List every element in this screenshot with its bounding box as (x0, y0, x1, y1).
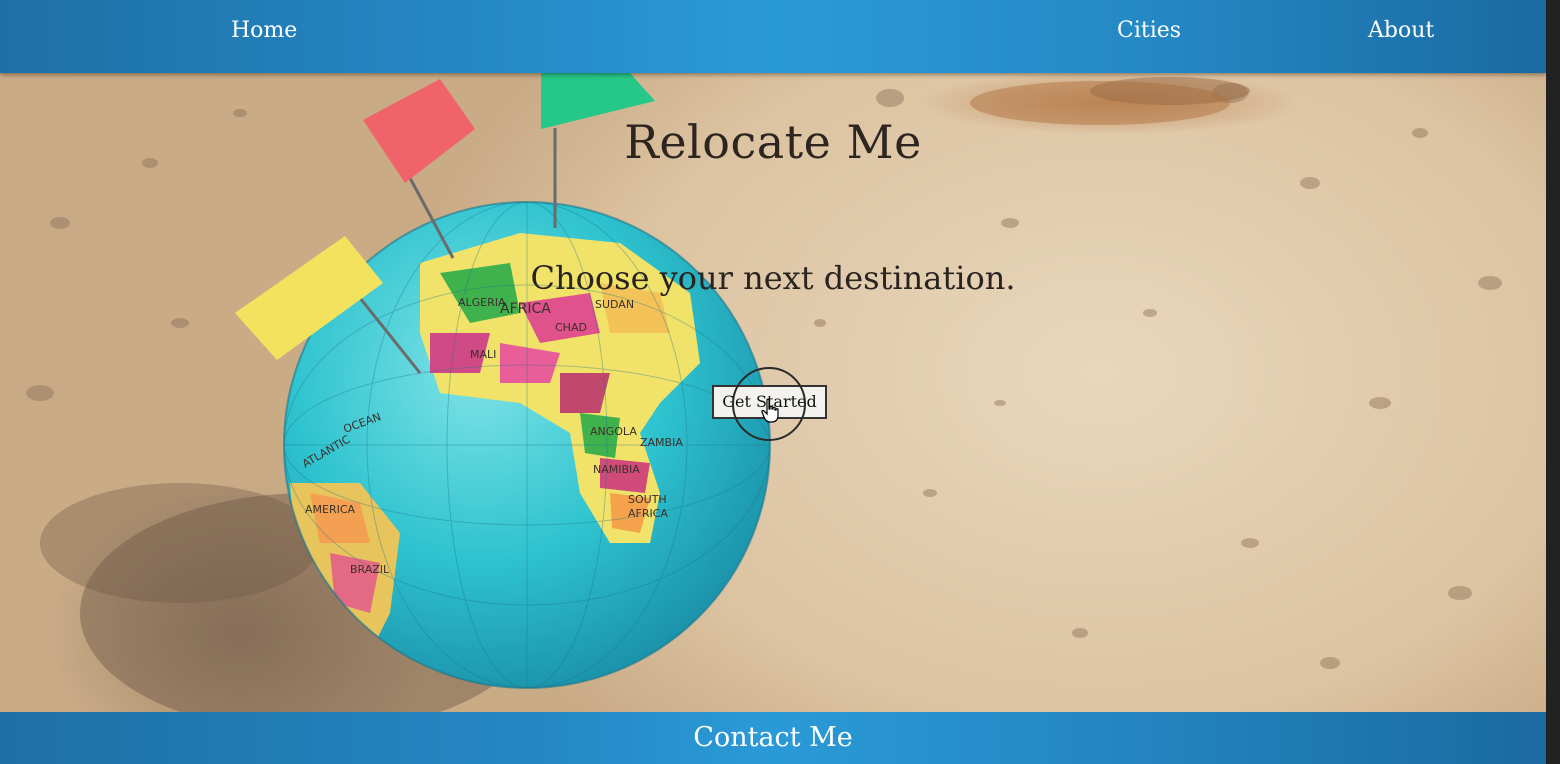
svg-text:MALI: MALI (470, 348, 496, 361)
window-edge (1546, 0, 1560, 764)
nav-about-link[interactable]: About (1368, 16, 1434, 46)
nav-cities-link[interactable]: Cities (1117, 16, 1181, 46)
top-nav-bar: Home Cities About (0, 0, 1546, 73)
svg-text:AFRICA: AFRICA (500, 301, 551, 317)
svg-text:ALGERIA: ALGERIA (458, 296, 506, 309)
nav-home-link[interactable]: Home (231, 16, 297, 46)
svg-text:NAMIBIA: NAMIBIA (593, 463, 640, 476)
footer-bar: Contact Me (0, 712, 1546, 764)
svg-text:AMERICA: AMERICA (305, 503, 356, 516)
svg-text:BRAZIL: BRAZIL (350, 563, 390, 576)
svg-text:ANGOLA: ANGOLA (590, 425, 637, 438)
hero-subtitle: Choose your next destination. (530, 259, 1016, 297)
page: Home Cities About ALGERIA AFRICA CHAD SU… (0, 0, 1546, 764)
hero-section: ALGERIA AFRICA CHAD SUDAN MALI OCEAN ATL… (0, 73, 1546, 712)
svg-text:SOUTH: SOUTH (628, 493, 667, 506)
svg-text:AFRICA: AFRICA (628, 507, 668, 520)
hero-title: Relocate Me (624, 115, 922, 169)
svg-text:SUDAN: SUDAN (595, 298, 634, 311)
get-started-button[interactable]: Get Started (712, 385, 827, 419)
contact-me-link[interactable]: Contact Me (0, 722, 1546, 753)
svg-text:CHAD: CHAD (555, 321, 587, 334)
svg-text:ZAMBIA: ZAMBIA (640, 436, 683, 449)
